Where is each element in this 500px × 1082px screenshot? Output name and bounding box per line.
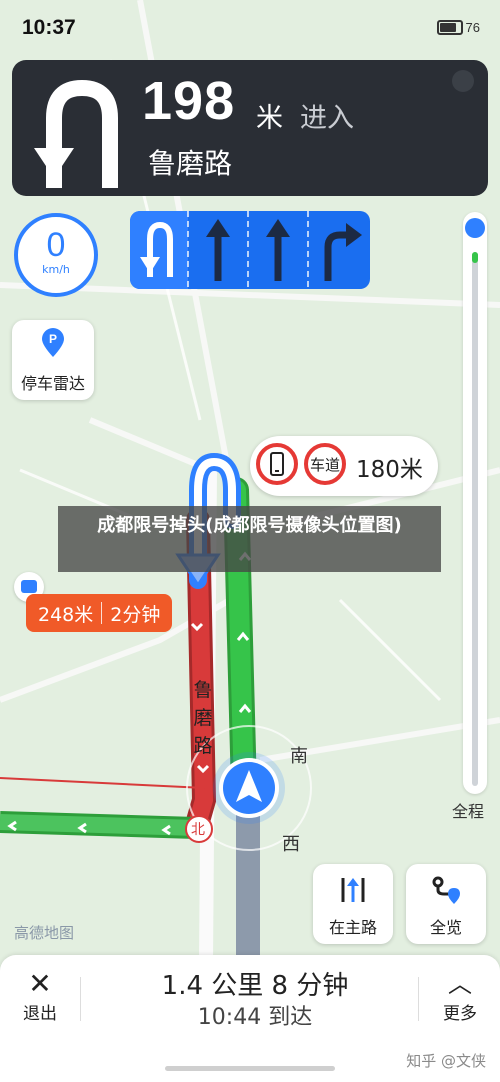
right-turn-arrow-icon [324, 223, 362, 281]
more-button[interactable]: ︿ 更多 [430, 969, 490, 1024]
map-label-west: 西 [282, 834, 300, 855]
route-overview-icon [432, 876, 460, 904]
amap-logo: 高德地图 [14, 924, 75, 942]
speed-unit: km/h [42, 263, 70, 276]
alt-route-time: 2分钟 [110, 603, 161, 626]
progress-track [472, 252, 478, 786]
arrival-time: 10:44 到达 [197, 1005, 313, 1030]
maneuver-distance: 198 [142, 71, 236, 131]
more-label: 更多 [443, 1004, 477, 1024]
car-position-icon [465, 218, 485, 238]
parking-radar-button[interactable]: P 停车雷达 [12, 320, 94, 400]
overview-progress-label: 全程 [452, 802, 485, 821]
straight-arrow-icon [266, 219, 290, 281]
camera-distance: 180米 [356, 457, 423, 483]
speedometer: 0 km/h [14, 213, 98, 297]
map-label-bei: 北 [191, 822, 205, 838]
parking-pin-icon: P [42, 328, 64, 357]
gps-signal-icon[interactable] [452, 70, 474, 92]
main-road-label: 在主路 [328, 918, 377, 937]
battery-indicator: 76 [436, 20, 480, 35]
alt-route-label[interactable]: 248米 2分钟 [26, 594, 173, 632]
home-indicator[interactable] [165, 1066, 335, 1071]
alt-route-distance: 248米 [38, 603, 94, 626]
svg-text:P: P [49, 332, 57, 346]
straight-arrow-icon [206, 219, 230, 281]
main-road-button[interactable]: 在主路 [313, 864, 393, 944]
next-road-name: 鲁磨路 [148, 147, 233, 180]
clock: 10:37 [22, 16, 76, 39]
battery-icon [436, 20, 463, 35]
status-bar: 10:37 76 [0, 0, 500, 56]
camera-alert: 车道 180米 [250, 436, 438, 496]
close-icon: ✕ [28, 967, 52, 1000]
parking-radar-label: 停车雷达 [20, 374, 85, 393]
exit-label: 退出 [23, 1004, 57, 1024]
map-label-south: 南 [290, 746, 308, 767]
chevron-up-icon: ︿ [448, 970, 472, 998]
lane-guidance [130, 211, 370, 289]
phone-ban-icon [256, 443, 298, 485]
maneuver-action: 进入 [300, 103, 354, 134]
lane-camera-sign: 车道 [304, 443, 346, 485]
progress-fill [472, 252, 478, 263]
u-turn-icon [34, 79, 118, 188]
road-label: 鲁磨路 [193, 679, 213, 757]
u-turn-icon [140, 221, 173, 277]
maneuver-distance-unit: 米 [256, 103, 283, 134]
battery-level: 76 [465, 20, 480, 35]
overview-label: 全览 [429, 918, 462, 937]
road-switch-icon [341, 878, 365, 902]
overview-button[interactable]: 全览 [406, 864, 486, 944]
speed-value: 0 [46, 226, 66, 264]
route-progress-bar [463, 212, 487, 794]
watermark: 知乎 @文侠 [406, 1052, 486, 1070]
article-title-banner: 成都限号掉头(成都限号摄像头位置图) [58, 506, 441, 572]
exit-button[interactable]: ✕ 退出 [10, 969, 70, 1029]
guidance-panel[interactable]: 198 米 进入 鲁磨路 [12, 60, 488, 196]
remaining-distance-time: 1.4 公里 8 分钟 [161, 971, 349, 1001]
